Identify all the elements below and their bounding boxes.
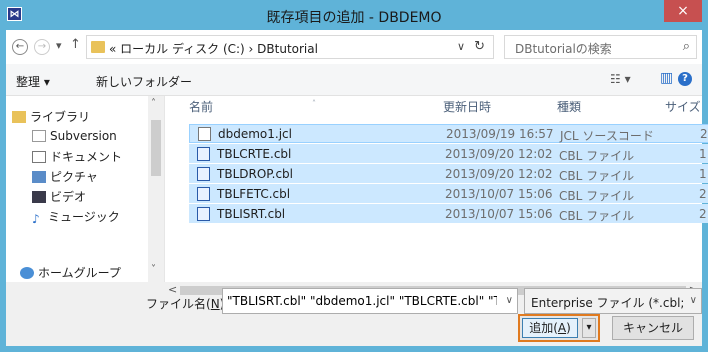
file-name: dbdemo1.jcl bbox=[218, 127, 292, 141]
file-date: 2013/10/07 15:06 bbox=[445, 207, 553, 221]
add-options-dropdown-button[interactable]: ▾ bbox=[582, 318, 596, 338]
cancel-button[interactable]: キャンセル bbox=[612, 316, 694, 340]
search-box[interactable]: DBtutorialの検索 ⌕ bbox=[504, 35, 697, 59]
file-type-filter-value: Enterprise ファイル (*.cbl; *.cc bbox=[531, 296, 683, 310]
library-icon bbox=[12, 111, 26, 123]
music-icon: ♪ bbox=[32, 212, 40, 226]
file-date: 2013/09/20 12:02 bbox=[445, 167, 553, 181]
sort-ascending-icon: ˄ bbox=[312, 99, 316, 108]
documents-icon bbox=[32, 151, 46, 163]
scroll-up-button[interactable]: ˄ bbox=[151, 98, 156, 109]
sidebar-item-videos[interactable]: ビデオ bbox=[32, 188, 86, 208]
videos-icon bbox=[32, 191, 46, 203]
sidebar-item-libraries[interactable]: ライブラリ bbox=[12, 108, 90, 128]
sidebar-item-label: ホームグループ bbox=[38, 266, 121, 280]
file-date: 2013/09/19 16:57 bbox=[446, 127, 554, 141]
jcl-file-icon bbox=[198, 127, 211, 141]
cbl-file-icon bbox=[197, 207, 210, 221]
column-header-size[interactable]: サイズ bbox=[665, 96, 701, 118]
file-type: CBL ファイル bbox=[559, 189, 635, 203]
file-size: 1 bbox=[699, 167, 707, 181]
sidebar-item-label: ドキュメント bbox=[50, 150, 123, 164]
filename-label: ファイル名(N): bbox=[146, 297, 228, 311]
address-dropdown-button[interactable]: ∨ bbox=[457, 40, 465, 53]
sidebar-item-label: ミュージック bbox=[48, 210, 120, 224]
file-name: TBLISRT.cbl bbox=[217, 207, 286, 221]
address-bar[interactable]: « ローカル ディスク (C:) › DBtutorial ∨ ↻ bbox=[86, 35, 494, 59]
scroll-down-button[interactable]: ˅ bbox=[151, 264, 156, 275]
filename-field[interactable]: ∨ bbox=[222, 288, 518, 314]
column-header-date[interactable]: 更新日時 bbox=[443, 96, 491, 118]
help-icon[interactable]: ? bbox=[678, 72, 692, 86]
folder-icon bbox=[32, 130, 46, 142]
column-header-name-label: 名前 bbox=[189, 100, 214, 114]
address-path[interactable]: « ローカル ディスク (C:) › DBtutorial bbox=[109, 40, 318, 57]
search-icon[interactable]: ⌕ bbox=[683, 39, 690, 54]
file-size: 2 bbox=[700, 127, 708, 141]
window-title: 既存項目の追加 - DBDEMO bbox=[266, 10, 442, 26]
scrollbar-thumb[interactable] bbox=[151, 120, 161, 176]
file-row[interactable]: dbdemo1.jcl 2013/09/19 16:57 JCL ソースコード … bbox=[189, 124, 708, 143]
file-row[interactable]: TBLFETC.cbl 2013/10/07 15:06 CBL ファイル 2 bbox=[189, 184, 708, 203]
file-list: 名前 ˄ 更新日時 種類 サイズ dbdemo1.jcl 2013/09/19 … bbox=[164, 96, 708, 282]
add-button-group: 追加(A) ▾ bbox=[518, 314, 600, 342]
file-type: CBL ファイル bbox=[559, 149, 635, 163]
organize-button[interactable]: 整理 ▾ bbox=[16, 73, 50, 90]
file-type: CBL ファイル bbox=[559, 169, 635, 183]
sidebar-item-documents[interactable]: ドキュメント bbox=[32, 148, 122, 168]
file-type-filter[interactable]: Enterprise ファイル (*.cbl; *.cc ∨ bbox=[524, 288, 702, 314]
view-options-icon[interactable]: ☷ ▾ bbox=[610, 72, 631, 86]
filename-input[interactable] bbox=[223, 289, 497, 313]
toolbar: 整理 ▾ 新しいフォルダー ☷ ▾ ▥ ? bbox=[6, 64, 702, 96]
navigation-scrollbar[interactable]: ˄ ˅ bbox=[148, 96, 164, 282]
file-size: 1 bbox=[699, 147, 707, 161]
title-bar[interactable]: ⋈ 既存項目の追加 - DBDEMO × bbox=[0, 0, 708, 30]
preview-pane-icon[interactable]: ▥ bbox=[660, 70, 673, 86]
file-date: 2013/10/07 15:06 bbox=[445, 187, 553, 201]
sidebar-item-label: ピクチャ bbox=[50, 170, 98, 184]
file-type: JCL ソースコード bbox=[560, 129, 654, 143]
navigation-pane: ライブラリ Subversion ドキュメント ピクチャ ビデオ ♪ ミュージック… bbox=[6, 96, 162, 282]
up-button[interactable]: ↑ bbox=[70, 37, 81, 52]
search-input[interactable]: DBtutorialの検索 bbox=[515, 40, 612, 57]
file-date: 2013/09/20 12:02 bbox=[445, 147, 553, 161]
column-header-type[interactable]: 種類 bbox=[557, 96, 581, 118]
filename-dropdown-button[interactable]: ∨ bbox=[506, 295, 513, 306]
column-header-name[interactable]: 名前 ˄ bbox=[189, 96, 419, 118]
file-name: TBLFETC.cbl bbox=[217, 187, 291, 201]
close-button[interactable]: × bbox=[664, 0, 702, 22]
file-size: 2 bbox=[699, 187, 707, 201]
dialog-body: ← → ▾ ↑ « ローカル ディスク (C:) › DBtutorial ∨ … bbox=[6, 30, 708, 346]
cbl-file-icon bbox=[197, 187, 210, 201]
cbl-file-icon bbox=[197, 167, 210, 181]
dialog-window: ⋈ 既存項目の追加 - DBDEMO × ← → ▾ ↑ « ローカル ディスク… bbox=[0, 0, 708, 352]
new-folder-button[interactable]: 新しいフォルダー bbox=[96, 73, 192, 90]
homegroup-icon bbox=[20, 267, 34, 279]
folder-icon bbox=[91, 41, 105, 53]
sidebar-item-homegroup[interactable]: ホームグループ bbox=[20, 264, 121, 280]
add-button[interactable]: 追加(A) bbox=[522, 318, 578, 338]
forward-button[interactable]: → bbox=[34, 39, 50, 55]
filter-dropdown-button[interactable]: ∨ bbox=[690, 295, 697, 306]
recent-locations-button[interactable]: ▾ bbox=[56, 39, 62, 52]
refresh-button[interactable]: ↻ bbox=[474, 39, 485, 54]
cbl-file-icon bbox=[197, 147, 210, 161]
file-row[interactable]: TBLISRT.cbl 2013/10/07 15:06 CBL ファイル 2 bbox=[189, 204, 708, 223]
file-row[interactable]: TBLDROP.cbl 2013/09/20 12:02 CBL ファイル 1 bbox=[189, 164, 708, 183]
file-name: TBLDROP.cbl bbox=[217, 167, 294, 181]
back-button[interactable]: ← bbox=[12, 39, 28, 55]
file-type: CBL ファイル bbox=[559, 209, 635, 223]
sidebar-item-subversion[interactable]: Subversion bbox=[32, 129, 117, 149]
file-row[interactable]: TBLCRTE.cbl 2013/09/20 12:02 CBL ファイル 1 bbox=[189, 144, 708, 163]
file-size: 2 bbox=[699, 207, 707, 221]
sidebar-item-pictures[interactable]: ピクチャ bbox=[32, 168, 98, 188]
sidebar-item-label: ライブラリ bbox=[30, 110, 91, 124]
file-name: TBLCRTE.cbl bbox=[217, 147, 292, 161]
sidebar-item-label: Subversion bbox=[50, 129, 117, 143]
navigation-bar: ← → ▾ ↑ « ローカル ディスク (C:) › DBtutorial ∨ … bbox=[6, 30, 702, 64]
pictures-icon bbox=[32, 171, 46, 183]
sidebar-item-music[interactable]: ♪ ミュージック bbox=[32, 208, 120, 228]
sidebar-item-label: ビデオ bbox=[50, 190, 87, 204]
